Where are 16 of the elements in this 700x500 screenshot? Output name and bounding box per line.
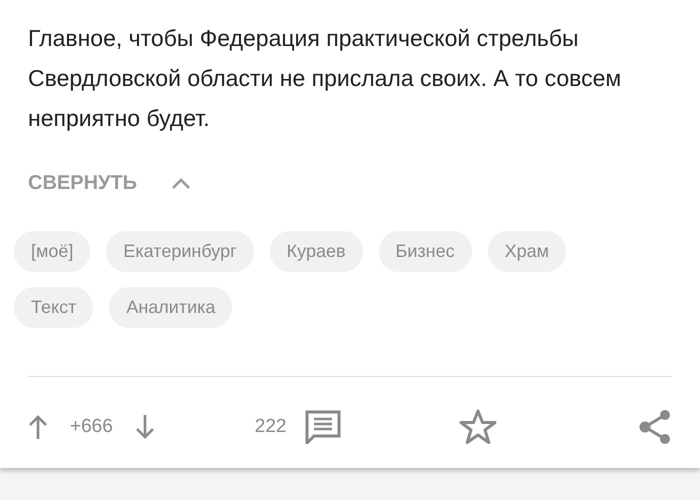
tag-link[interactable]: Храм xyxy=(488,231,566,272)
tag-link[interactable]: Бизнес xyxy=(378,231,472,272)
tag-link[interactable]: Текст xyxy=(14,287,94,328)
rating-count: +666 xyxy=(70,416,113,438)
comment-count: 222 xyxy=(254,416,286,438)
star-icon[interactable] xyxy=(458,409,496,445)
upvote-icon[interactable] xyxy=(28,414,48,440)
post-text: Главное, чтобы Федерация практической стрельбы Свердловской области не прислала своих. А то совсем неприятно будет. xyxy=(28,24,622,133)
tag-link[interactable]: Кураев xyxy=(270,231,363,272)
downvote-icon[interactable] xyxy=(134,414,155,440)
tag-link[interactable]: Екатеринбург xyxy=(106,231,254,272)
tag-link[interactable]: [моё] xyxy=(14,231,90,272)
share-icon[interactable] xyxy=(638,409,672,445)
collapse-button[interactable]: СВЕРНУТЬ xyxy=(28,172,192,195)
comment-icon[interactable] xyxy=(304,410,340,444)
tag-link[interactable]: Аналитика xyxy=(109,287,232,328)
